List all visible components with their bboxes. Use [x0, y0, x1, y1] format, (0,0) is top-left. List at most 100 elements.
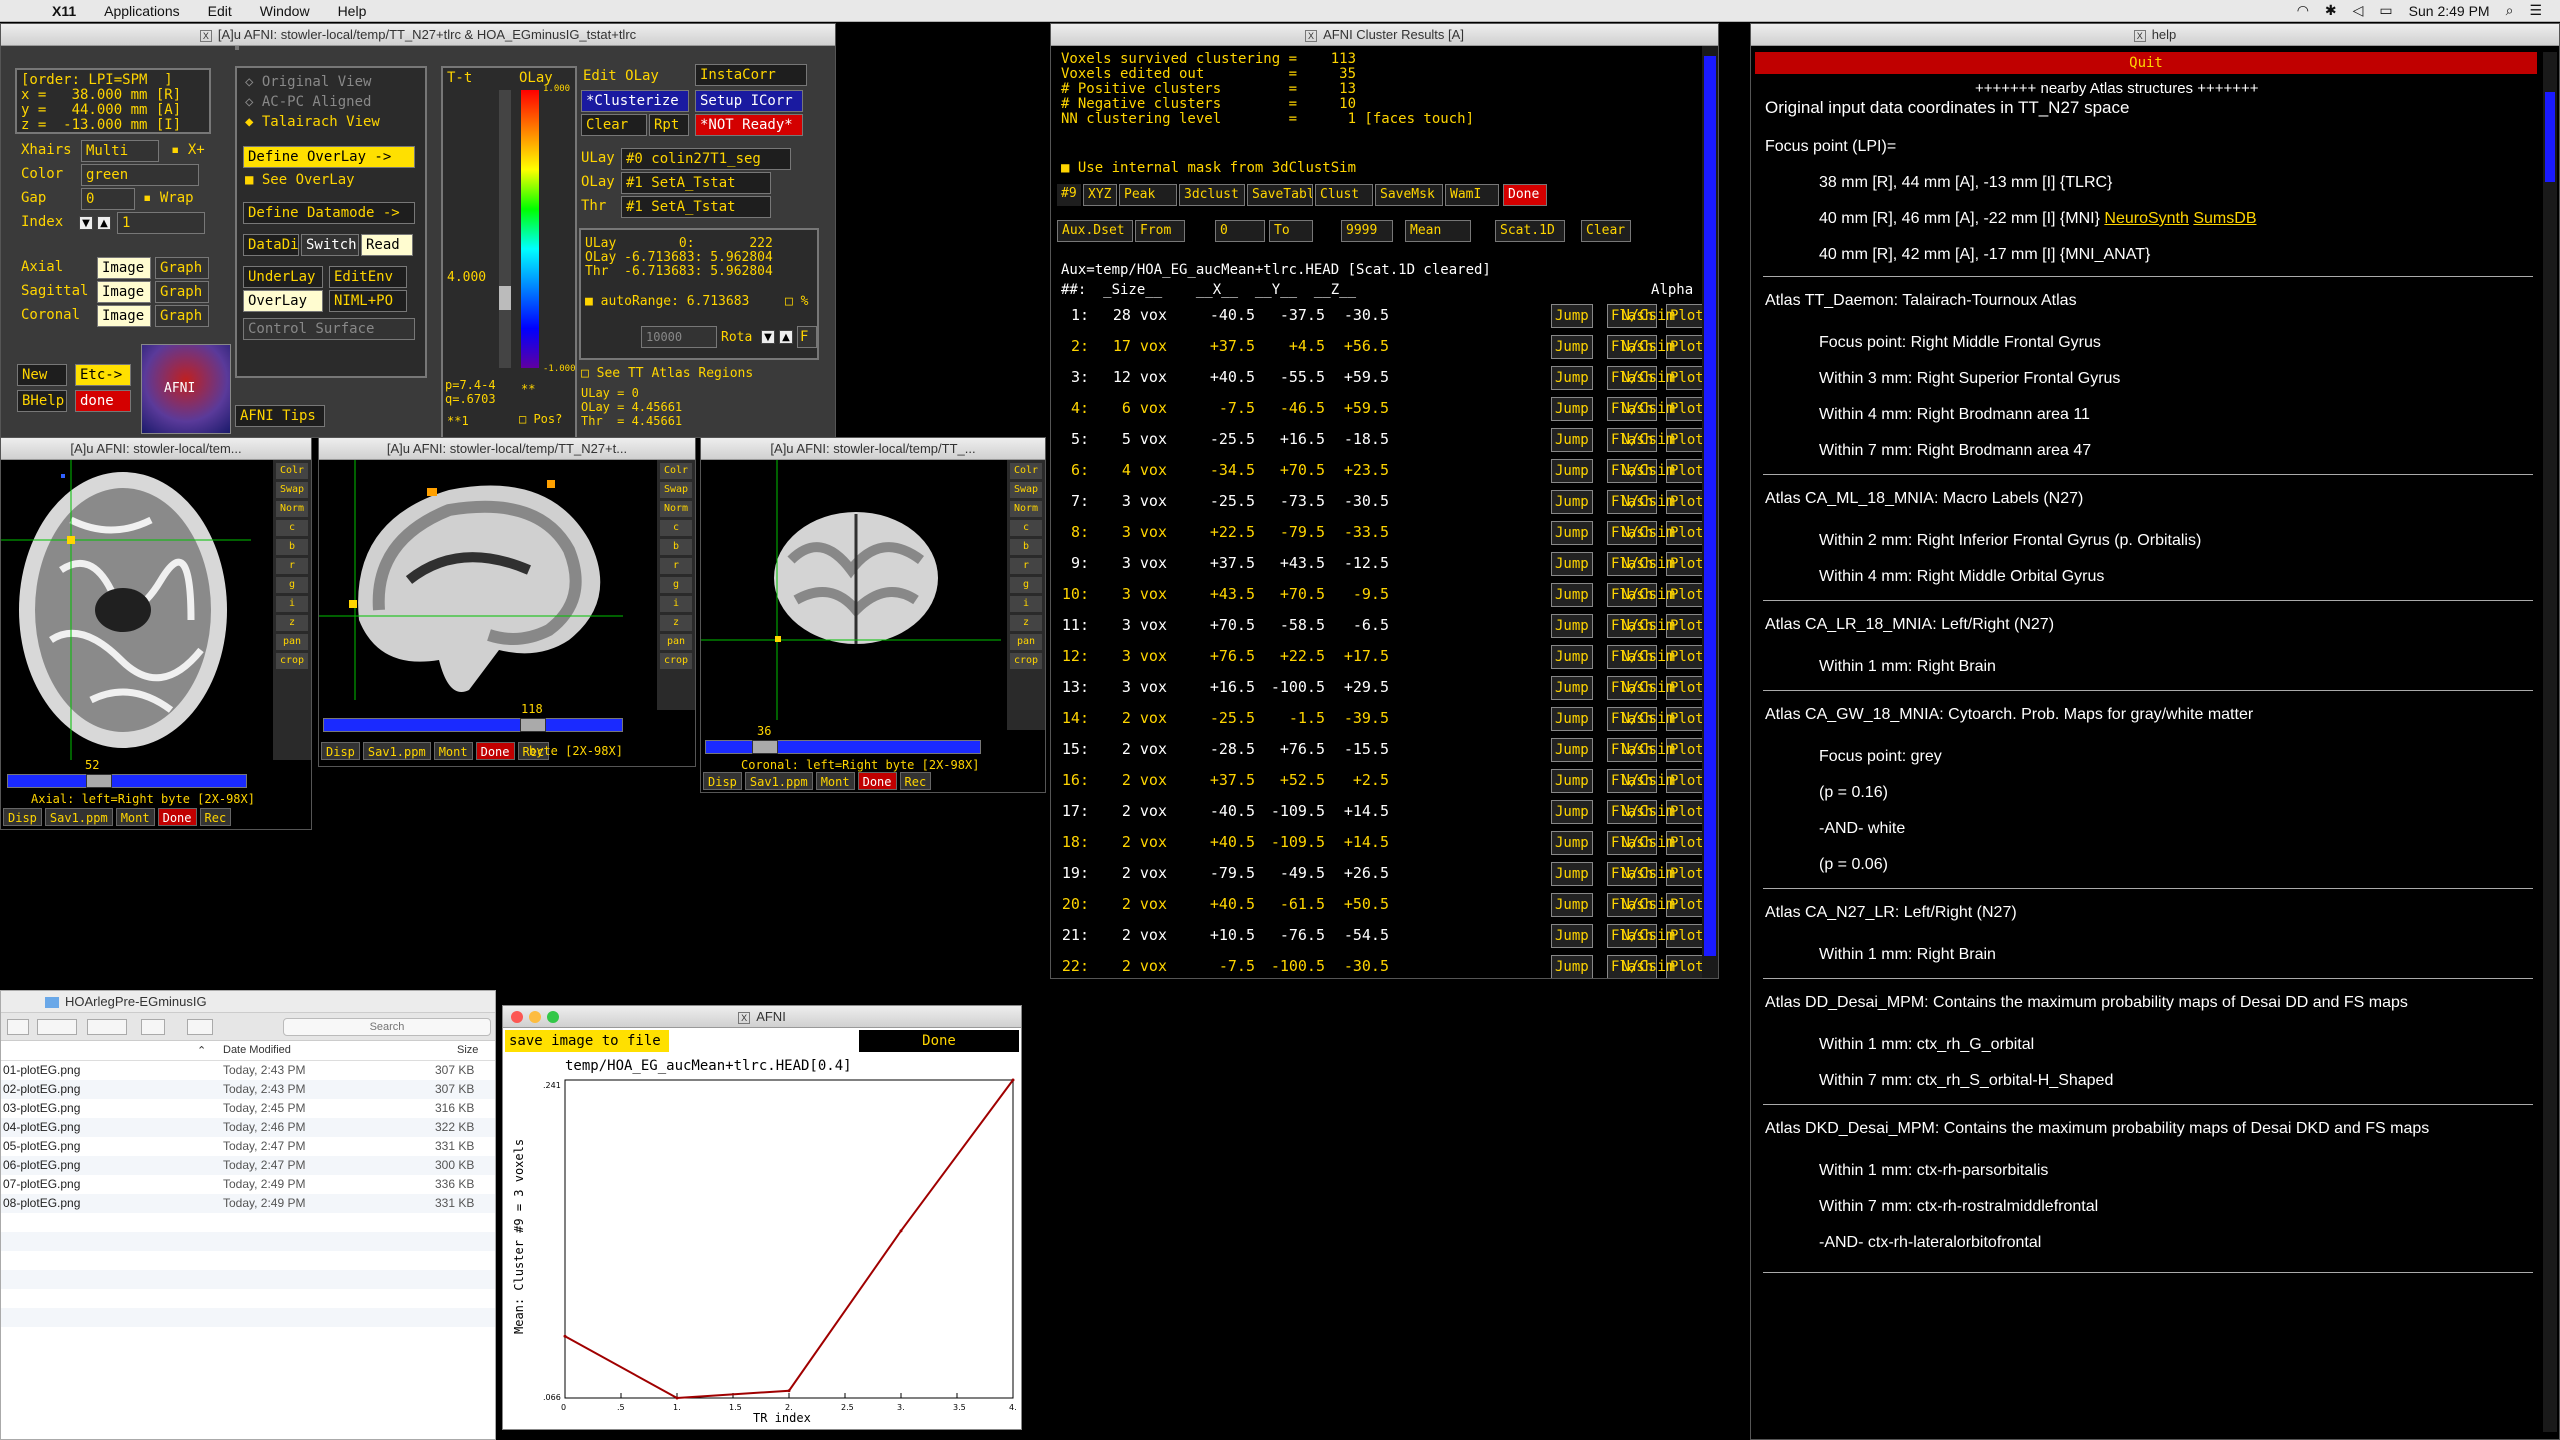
cluster-bar1-item[interactable]: Peak	[1119, 184, 1177, 206]
cluster-jump-button[interactable]: Jump	[1551, 769, 1593, 793]
nimlpo-button[interactable]: NIML+PO	[329, 290, 407, 312]
cluster-jump-button[interactable]: Jump	[1551, 459, 1593, 483]
axial-c-button[interactable]: c	[276, 520, 308, 536]
cluster-jump-button[interactable]: Jump	[1551, 428, 1593, 452]
datadir-button[interactable]: DataDir	[243, 234, 299, 256]
sagittal-disp-button[interactable]: Disp	[321, 742, 360, 760]
wrap-toggle[interactable]: ▪ Wrap	[143, 190, 194, 206]
axial-viewer-titlebar[interactable]: [A]u AFNI: stowler-local/tem...	[1, 438, 311, 460]
finder-row[interactable]: 02-plotEG.png Today, 2:43 PM 307 KB	[1, 1080, 495, 1099]
rota-up-arrow[interactable]: ▲	[779, 330, 793, 344]
acpc-option[interactable]: ◇ AC-PC Aligned	[245, 94, 371, 110]
star2-menu[interactable]: **	[521, 382, 535, 396]
sagittal-done-button[interactable]: Done	[475, 742, 515, 760]
axial-save-button[interactable]: Sav1.ppm	[44, 808, 113, 826]
coronal-crop-button[interactable]: crop	[1010, 653, 1042, 669]
coronal-viewer-titlebar[interactable]: [A]u AFNI: stowler-local/temp/TT_...	[701, 438, 1045, 460]
sagittal-swap-button[interactable]: Swap	[660, 482, 692, 498]
original-view-option[interactable]: ◇ Original View	[245, 74, 371, 90]
arrange-icon[interactable]	[37, 1019, 77, 1035]
cluster-jump-button[interactable]: Jump	[1551, 645, 1593, 669]
cluster-jump-button[interactable]: Jump	[1551, 335, 1593, 359]
cluster-jump-button[interactable]: Jump	[1551, 614, 1593, 638]
xhairs-menu[interactable]: Multi	[81, 140, 159, 162]
minimize-icon[interactable]	[529, 1011, 541, 1023]
battery-icon[interactable]: ▭	[2379, 2, 2392, 19]
switch-button[interactable]: Switch	[301, 234, 359, 256]
sagittal-image-button[interactable]: Image	[97, 281, 151, 303]
axial-z-button[interactable]: z	[276, 615, 308, 631]
coronal-g-button[interactable]: g	[1010, 577, 1042, 593]
ulay-menu[interactable]: #0 colin27T1_seg	[621, 148, 791, 170]
define-overlay-button[interactable]: Define OverLay ->	[243, 146, 415, 168]
color-menu[interactable]: green	[81, 164, 199, 186]
coronal-done-button[interactable]: Done	[857, 772, 897, 790]
coronal-pan-button[interactable]: pan	[1010, 634, 1042, 650]
autorange-toggle[interactable]: ■ autoRange: 6.713683	[585, 294, 749, 309]
coronal-save-button[interactable]: Sav1.ppm	[744, 772, 813, 790]
cluster-jump-button[interactable]: Jump	[1551, 831, 1593, 855]
olay-menu[interactable]: #1 SetA_Tstat	[621, 172, 771, 194]
axial-disp-button[interactable]: Disp	[3, 808, 42, 826]
coronal-i-button[interactable]: i	[1010, 596, 1042, 612]
range-field[interactable]: 10000	[641, 326, 717, 348]
order-label[interactable]: [order: LPI=SPM ]	[21, 72, 173, 88]
finder-titlebar[interactable]: HOArlegPre-EGminusIG	[1, 991, 495, 1013]
cluster-bar1-item[interactable]: #9	[1057, 184, 1081, 206]
cluster-bar1-item[interactable]: Clust	[1315, 184, 1373, 206]
help-titlebar[interactable]: Xhelp	[1751, 24, 2559, 46]
axial-norm-button[interactable]: Norm	[276, 501, 308, 517]
finder-row[interactable]: 04-plotEG.png Today, 2:46 PM 322 KB	[1, 1118, 495, 1137]
coronal-rec-button[interactable]: Rec	[899, 772, 932, 790]
cluster-results-titlebar[interactable]: X AFNI Cluster Results [A]	[1051, 24, 1718, 46]
coronal-swap-button[interactable]: Swap	[1010, 482, 1042, 498]
cluster-jump-button[interactable]: Jump	[1551, 521, 1593, 545]
axial-crop-button[interactable]: crop	[276, 653, 308, 669]
sagittal-g-button[interactable]: g	[660, 577, 692, 593]
cluster-jump-button[interactable]: Jump	[1551, 676, 1593, 700]
cluster-jump-button[interactable]: Jump	[1551, 397, 1593, 421]
axial-brain-image[interactable]	[1, 460, 251, 760]
finder-search-input[interactable]	[283, 1018, 491, 1036]
sagittal-i-button[interactable]: i	[660, 596, 692, 612]
sagittal-pan-button[interactable]: pan	[660, 634, 692, 650]
overlay-colorbar[interactable]	[521, 90, 539, 368]
axial-slider-knob[interactable]	[86, 774, 112, 788]
sagittal-save-button[interactable]: Sav1.ppm	[362, 742, 431, 760]
menu-window[interactable]: Window	[246, 3, 324, 19]
axial-slice-slider[interactable]	[7, 774, 247, 788]
cluster-bar1-item[interactable]: SaveMsk	[1375, 184, 1443, 206]
bluetooth-icon[interactable]: ✱	[2325, 2, 2337, 19]
cluster-jump-button[interactable]: Jump	[1551, 862, 1593, 886]
coronal-norm-button[interactable]: Norm	[1010, 501, 1042, 517]
cluster-bar1-item[interactable]: SaveTabl	[1247, 184, 1313, 206]
rpt-button[interactable]: Rpt	[649, 114, 689, 136]
xplus-toggle[interactable]: ▪ X+	[171, 142, 205, 158]
sagittal-crop-button[interactable]: crop	[660, 653, 692, 669]
rota-down-arrow[interactable]: ▼	[761, 330, 775, 344]
wifi-icon[interactable]: ◠	[2297, 2, 2309, 19]
cluster-bar2-item[interactable]: From	[1135, 220, 1185, 242]
threshold-slider-knob[interactable]	[499, 286, 511, 310]
coronal-disp-button[interactable]: Disp	[703, 772, 742, 790]
cluster-jump-button[interactable]: Jump	[1551, 924, 1593, 948]
cluster-jump-button[interactable]: Jump	[1551, 893, 1593, 917]
axial-mont-button[interactable]: Mont	[115, 808, 155, 826]
new-button[interactable]: New	[17, 364, 67, 386]
etc-button[interactable]: Etc->	[75, 364, 131, 386]
coronal-z-button[interactable]: z	[1010, 615, 1042, 631]
underlay-button[interactable]: UnderLay	[243, 266, 323, 288]
afni-tips-button[interactable]: AFNI Tips	[235, 405, 325, 427]
coronal-image-button[interactable]: Image	[97, 305, 151, 327]
overlay-button[interactable]: OverLay	[243, 290, 323, 312]
cluster-jump-button[interactable]: Jump	[1551, 955, 1593, 978]
thr-menu[interactable]: #1 SetA_Tstat	[621, 196, 771, 218]
share-icon[interactable]	[141, 1019, 165, 1035]
finder-row[interactable]: 08-plotEG.png Today, 2:49 PM 331 KB	[1, 1194, 495, 1213]
axial-rec-button[interactable]: Rec	[199, 808, 232, 826]
menu-applications[interactable]: Applications	[90, 3, 194, 19]
cluster-jump-button[interactable]: Jump	[1551, 583, 1593, 607]
col-date-modified[interactable]: Date Modified	[223, 1044, 291, 1056]
cluster-jump-button[interactable]: Jump	[1551, 738, 1593, 762]
coronal-colr-button[interactable]: Colr	[1010, 463, 1042, 479]
